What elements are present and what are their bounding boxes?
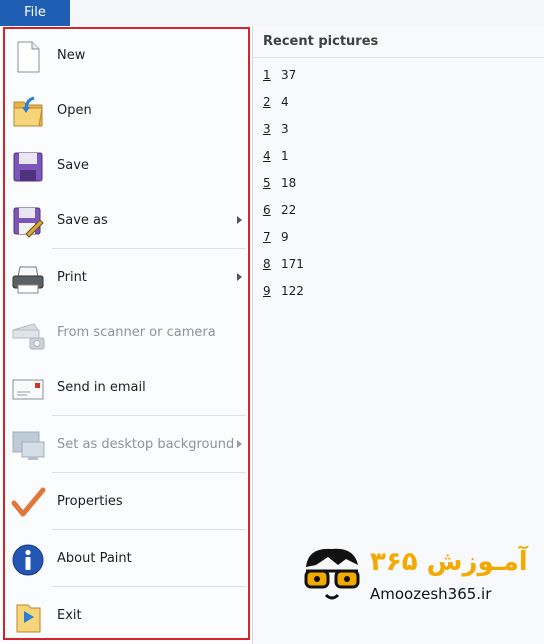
scanner-camera-icon [10, 316, 46, 352]
recent-item-name: 22 [281, 203, 297, 217]
floppy-disk-icon [10, 149, 46, 185]
separator [52, 529, 246, 530]
recent-item-name: 9 [281, 230, 289, 244]
recent-item[interactable]: 41 [263, 145, 289, 167]
menu-item-properties[interactable]: Properties [4, 476, 248, 528]
menu-item-send-email[interactable]: Send in email [4, 362, 248, 414]
watermark-text: Amoozesh365.ir [370, 585, 492, 603]
menu-item-exit[interactable]: Exit [4, 590, 248, 642]
menu-item-label: Exit [57, 608, 82, 623]
menu-item-label: Save as [57, 213, 108, 228]
file-menu: New Open Save Save as Print From scanner… [0, 26, 253, 644]
separator [253, 57, 544, 58]
recent-item-name: 4 [281, 95, 289, 109]
menu-item-label: Set as desktop background [57, 437, 235, 452]
menu-item-save-as[interactable]: Save as [4, 195, 248, 247]
recent-item-name: 37 [281, 68, 297, 82]
recent-item-name: 122 [281, 284, 304, 298]
recent-item-name: 1 [281, 149, 289, 163]
menu-item-print[interactable]: Print [4, 252, 248, 304]
menu-item-label: Open [57, 103, 92, 118]
recent-item-number: 7 [263, 230, 271, 244]
recent-item[interactable]: 33 [263, 118, 289, 140]
recent-item[interactable]: 8 171 [263, 253, 304, 275]
recent-item-name: 3 [281, 122, 289, 136]
recent-item-number: 3 [263, 122, 271, 136]
menu-item-scanner-camera[interactable]: From scanner or camera [4, 307, 248, 359]
separator [52, 415, 246, 416]
open-folder-icon [10, 94, 46, 130]
recent-item[interactable]: 24 [263, 91, 289, 113]
separator [52, 586, 246, 587]
file-tab[interactable]: File [0, 0, 70, 26]
mascot-glasses-icon [304, 548, 360, 600]
chevron-right-icon [237, 440, 242, 448]
menu-item-label: Properties [57, 494, 123, 509]
menu-item-label: Save [57, 158, 89, 173]
recent-item-name: 18 [281, 176, 297, 190]
separator [52, 248, 246, 249]
menu-item-label: Print [57, 270, 87, 285]
menu-item-label: New [57, 48, 86, 63]
ribbon-tab-bar: File [0, 0, 544, 27]
recent-item[interactable]: 5 18 [263, 172, 296, 194]
menu-item-label: Send in email [57, 380, 146, 395]
info-icon [10, 542, 46, 578]
menu-item-label: About Paint [57, 551, 132, 566]
chevron-right-icon [237, 273, 242, 281]
recent-item-number: 8 [263, 257, 271, 271]
recent-item-number: 5 [263, 176, 271, 190]
menu-item-about-paint[interactable]: About Paint [4, 533, 248, 585]
watermark-logo: آمـوزش ۳۶۵ Amoozesh365.ir [298, 541, 534, 609]
desktop-monitor-icon [10, 428, 46, 464]
menu-item-open[interactable]: Open [4, 85, 248, 137]
checkmark-icon [10, 485, 46, 521]
menu-item-new[interactable]: New [4, 30, 248, 82]
menu-item-desktop-background[interactable]: Set as desktop background [4, 419, 248, 471]
recent-item-number: 6 [263, 203, 271, 217]
email-envelope-icon [10, 371, 46, 407]
separator [52, 472, 246, 473]
recent-item[interactable]: 6 22 [263, 199, 296, 221]
exit-door-icon [10, 599, 46, 635]
recent-item-number: 2 [263, 95, 271, 109]
menu-item-label: From scanner or camera [57, 325, 216, 340]
recent-item-number: 4 [263, 149, 271, 163]
printer-icon [10, 261, 46, 297]
save-as-icon [10, 204, 46, 240]
recent-item-name: 171 [281, 257, 304, 271]
recent-item[interactable]: 9 122 [263, 280, 304, 302]
menu-item-save[interactable]: Save [4, 140, 248, 192]
watermark-title-fa: آمـوزش ۳۶۵ [370, 547, 528, 577]
chevron-right-icon [237, 216, 242, 224]
recent-item-number: 9 [263, 284, 271, 298]
recent-item[interactable]: 79 [263, 226, 289, 248]
recent-item-number: 1 [263, 68, 271, 82]
new-document-icon [10, 39, 46, 75]
recent-pictures-title: Recent pictures [263, 34, 379, 49]
recent-item[interactable]: 1 37 [263, 64, 296, 86]
